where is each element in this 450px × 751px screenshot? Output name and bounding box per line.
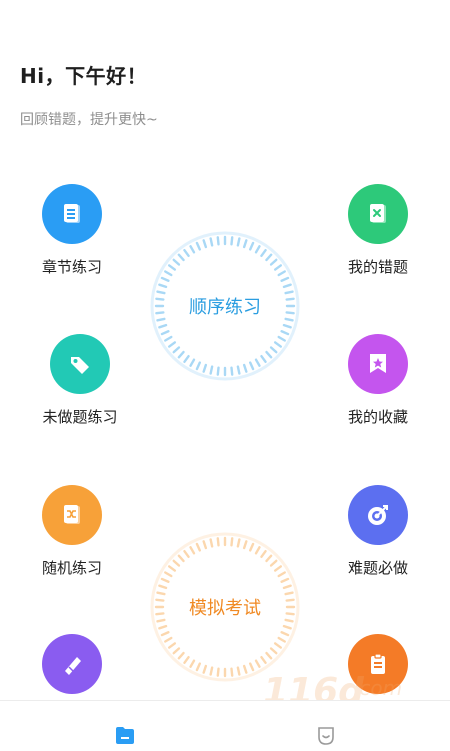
feature-hard-questions[interactable]: 难题必做	[318, 485, 438, 578]
feature-clipboard[interactable]	[318, 634, 438, 706]
feature-label: 我的错题	[347, 258, 408, 276]
sequential-practice-label: 顺序练习	[189, 297, 261, 318]
feature-random-practice[interactable]: 随机练习	[12, 485, 132, 578]
feature-pen[interactable]	[12, 634, 132, 706]
feature-unanswered-practice[interactable]: 未做题练习	[20, 334, 140, 427]
sequential-practice-button[interactable]: 顺序练习	[150, 231, 300, 381]
clipboard-icon	[348, 634, 408, 694]
tab-practice[interactable]	[113, 723, 137, 747]
wrong-book-icon	[348, 184, 408, 244]
shuffle-icon	[42, 485, 102, 545]
greeting-title: Hi，下午好！	[20, 64, 148, 88]
star-ribbon-icon	[348, 334, 408, 394]
feature-label: 未做题练习	[42, 408, 118, 426]
feature-label: 章节练习	[41, 258, 102, 276]
bottom-tab-bar	[0, 700, 450, 751]
feature-wrong-questions[interactable]: 我的错题	[318, 184, 438, 277]
target-icon	[348, 485, 408, 545]
document-icon	[42, 184, 102, 244]
feature-label: 我的收藏	[347, 408, 408, 426]
tag-icon	[50, 334, 110, 394]
tab-profile[interactable]	[314, 723, 338, 747]
pen-icon	[42, 634, 102, 694]
feature-chapter-practice[interactable]: 章节练习	[12, 184, 132, 277]
greeting-subtitle: 回顾错题，提升更快~	[20, 112, 158, 128]
mock-exam-label: 模拟考试	[189, 598, 261, 619]
smile-pocket-icon	[318, 727, 334, 745]
feature-label: 随机练习	[41, 559, 102, 577]
mock-exam-button[interactable]: 模拟考试	[150, 532, 300, 682]
folder-icon	[116, 727, 134, 744]
feature-favorites[interactable]: 我的收藏	[318, 334, 438, 427]
feature-label: 难题必做	[347, 559, 408, 577]
